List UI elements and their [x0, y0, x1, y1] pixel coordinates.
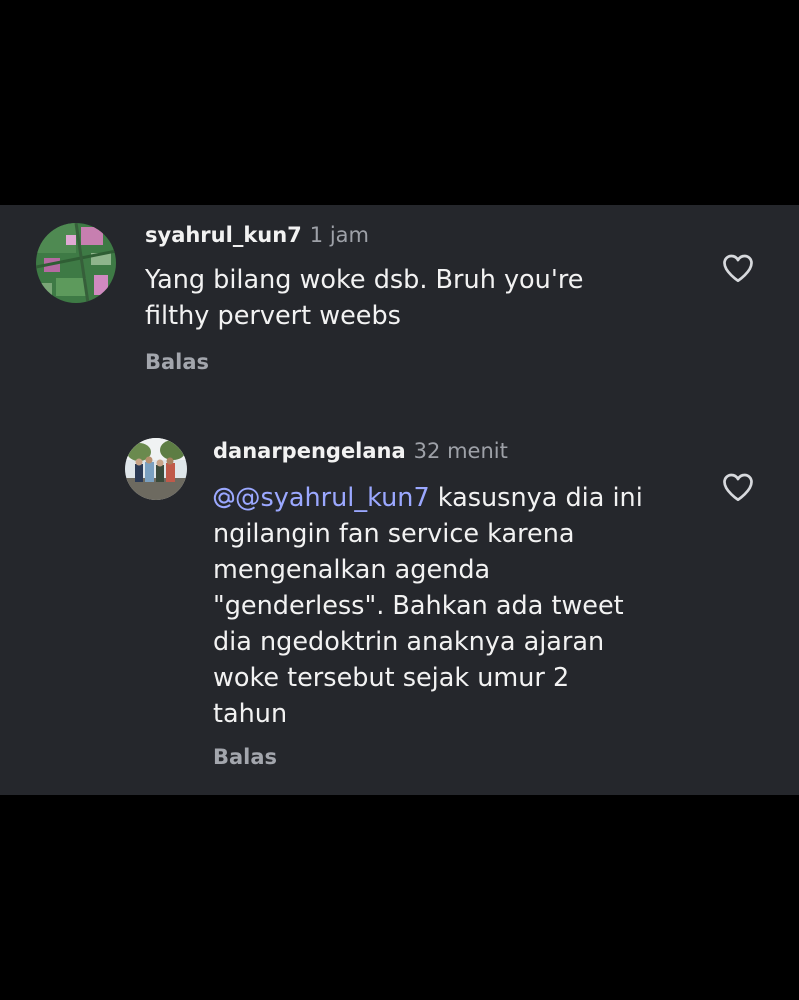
reply-button[interactable]: Balas — [213, 747, 277, 768]
comment-text-line: woke tersebut sejak umur 2 — [213, 663, 570, 693]
username[interactable]: syahrul_kun7 — [145, 223, 302, 247]
user-avatar[interactable] — [125, 438, 187, 500]
threads-at-icon — [213, 487, 235, 509]
comment-text-line: ngilangin fan service karena — [213, 519, 575, 549]
reply-comment-item: danarpengelana 32 menit @syahrul_kun7 kas… — [0, 425, 799, 795]
comment-text: Yang bilang woke dsb. Bruh you're filthy… — [145, 262, 583, 334]
comment-text-line: mengenalkan agenda — [213, 555, 491, 585]
comment-text-line: filthy pervert weebs — [145, 301, 401, 331]
comment-item: syahrul_kun7 1 jam Yang bilang woke dsb. … — [0, 205, 799, 395]
user-avatar[interactable] — [36, 223, 116, 303]
like-button[interactable] — [720, 469, 756, 505]
comment-text-line: tahun — [213, 699, 288, 729]
comment-text: @syahrul_kun7 kasusnya dia ini ngilangin… — [213, 480, 643, 732]
comment-text-line: kasusnya dia ini — [429, 483, 643, 513]
timestamp: 1 jam — [309, 223, 369, 247]
comment-text-line: "genderless". Bahkan ada tweet — [213, 591, 624, 621]
like-button[interactable] — [720, 250, 756, 286]
heart-outline-icon — [723, 473, 753, 502]
comment-text-line: Yang bilang woke dsb. Bruh you're — [145, 265, 584, 295]
mention-text: @syahrul_kun7 — [235, 483, 430, 513]
comment-meta: syahrul_kun7 1 jam — [145, 225, 369, 246]
timestamp: 32 menit — [413, 439, 508, 463]
comment-meta: danarpengelana 32 menit — [213, 441, 508, 462]
username[interactable]: danarpengelana — [213, 439, 406, 463]
reply-button[interactable]: Balas — [145, 352, 209, 373]
heart-outline-icon — [723, 254, 753, 283]
mention-link[interactable]: @syahrul_kun7 — [213, 483, 430, 513]
comment-text-line: dia ngedoktrin anaknya ajaran — [213, 627, 605, 657]
comments-panel: syahrul_kun7 1 jam Yang bilang woke dsb. … — [0, 205, 799, 795]
